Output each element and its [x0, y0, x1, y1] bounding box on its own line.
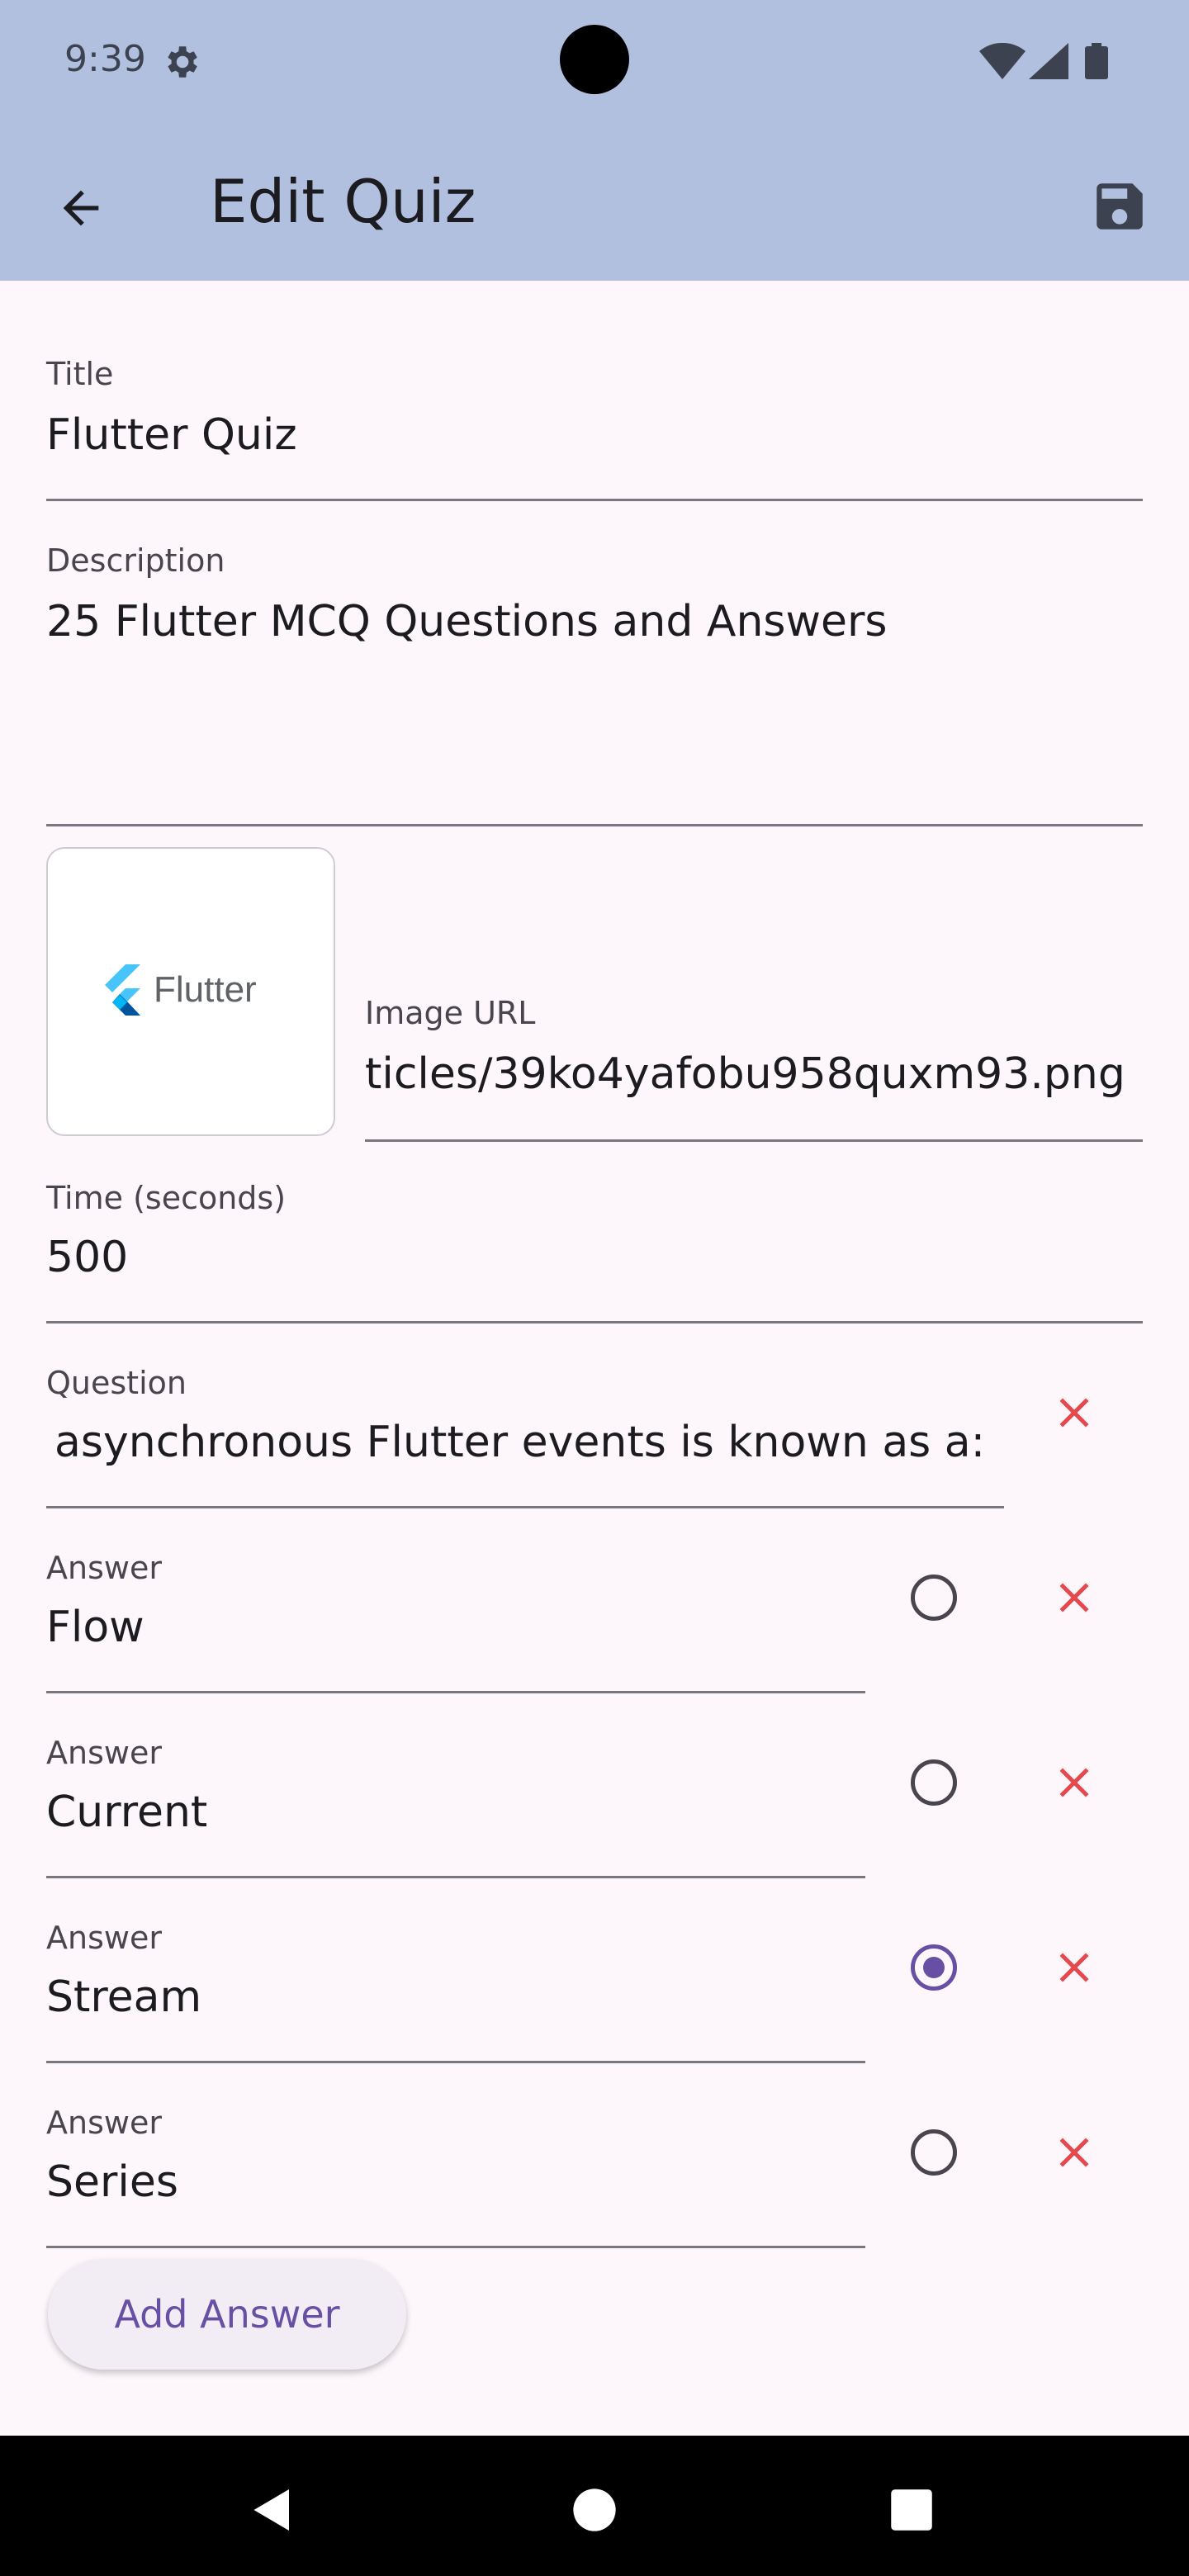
- answer-label: Answer: [46, 1735, 162, 1771]
- answer-label: Answer: [46, 2105, 162, 2141]
- system-navigation-bar: [0, 2436, 1189, 2576]
- close-icon: [1059, 1583, 1089, 1612]
- time-field[interactable]: Time (seconds) 500: [46, 1176, 1143, 1324]
- answer-field[interactable]: Answer Stream: [46, 1915, 865, 2063]
- description-field[interactable]: Description 25 Flutter MCQ Questions and…: [46, 537, 1143, 826]
- save-floppy-icon: [1097, 183, 1143, 230]
- save-button[interactable]: [1078, 165, 1161, 248]
- back-button[interactable]: [40, 167, 122, 249]
- status-time: 9:39: [64, 38, 146, 80]
- title-field[interactable]: Title Flutter Quiz: [46, 350, 1143, 501]
- page-title: Edit Quiz: [210, 167, 476, 236]
- time-label: Time (seconds): [46, 1180, 287, 1216]
- delete-answer-button[interactable]: [1037, 1745, 1111, 1820]
- answer-label: Answer: [46, 1550, 162, 1586]
- description-value: 25 Flutter MCQ Questions and Answers: [46, 597, 888, 646]
- question-value: asynchronous Flutter events is known as …: [54, 1418, 986, 1467]
- title-value: Flutter Quiz: [46, 410, 297, 460]
- answer-value: Flow: [46, 1603, 144, 1652]
- radio-unselected-icon: [911, 1574, 957, 1621]
- delete-answer-button[interactable]: [1037, 1930, 1111, 2005]
- answer-label: Answer: [46, 1920, 162, 1956]
- delete-question-button[interactable]: [1037, 1376, 1111, 1450]
- time-value: 500: [46, 1233, 129, 1282]
- battery-icon: [1085, 43, 1108, 79]
- question-field[interactable]: Question asynchronous Flutter events is …: [46, 1361, 1004, 1508]
- answer-field[interactable]: Answer Flow: [46, 1546, 865, 1693]
- close-icon: [1059, 2138, 1089, 2167]
- flutter-logo: Flutter: [99, 964, 257, 1016]
- close-icon: [1059, 1398, 1089, 1428]
- add-answer-button[interactable]: Add Answer: [48, 2259, 406, 2370]
- delete-answer-button[interactable]: [1037, 1560, 1111, 1635]
- correct-answer-radio[interactable]: [897, 1560, 971, 1635]
- close-icon: [1059, 1953, 1089, 1982]
- nav-recents-square-icon: [891, 2489, 932, 2531]
- image-preview: Flutter: [46, 847, 335, 1136]
- wifi-icon: [979, 43, 1026, 79]
- correct-answer-radio[interactable]: [897, 1930, 971, 2005]
- answer-value: Stream: [46, 1972, 202, 2022]
- close-icon: [1059, 1768, 1089, 1797]
- answer-value: Current: [46, 1788, 208, 1837]
- nav-home-button[interactable]: [561, 2477, 628, 2543]
- nav-home-circle-icon: [573, 2488, 616, 2531]
- radio-unselected-icon: [911, 1759, 957, 1806]
- correct-answer-radio[interactable]: [897, 1745, 971, 1820]
- nav-back-triangle-icon: [253, 2489, 289, 2531]
- image-url-field[interactable]: Image URL ticles/39ko4yafobu958quxm93.pn…: [365, 987, 1143, 1142]
- flutter-logo-icon: [105, 964, 140, 1016]
- nav-recents-button[interactable]: [879, 2477, 945, 2543]
- flutter-logo-text: Flutter: [154, 969, 257, 1010]
- signal-icon: [1029, 43, 1068, 79]
- question-label: Question: [46, 1365, 187, 1401]
- image-url-label: Image URL: [365, 995, 536, 1031]
- description-label: Description: [46, 542, 225, 579]
- correct-answer-radio[interactable]: [897, 2115, 971, 2190]
- answer-field[interactable]: Answer Current: [46, 1731, 865, 1878]
- answer-field[interactable]: Answer Series: [46, 2100, 865, 2248]
- answer-value: Series: [46, 2157, 178, 2207]
- settings-gear-icon: [168, 46, 197, 78]
- status-bar: 9:39: [0, 0, 1189, 117]
- camera-cutout: [560, 25, 629, 94]
- arrow-left-icon: [63, 190, 99, 226]
- title-label: Title: [46, 356, 114, 392]
- radio-unselected-icon: [911, 2129, 957, 2176]
- delete-answer-button[interactable]: [1037, 2115, 1111, 2190]
- nav-back-button[interactable]: [239, 2477, 306, 2543]
- image-url-value: ticles/39ko4yafobu958quxm93.png: [365, 1049, 1125, 1099]
- app-bar: Edit Quiz: [0, 117, 1189, 281]
- radio-selected-icon: [911, 1944, 957, 1991]
